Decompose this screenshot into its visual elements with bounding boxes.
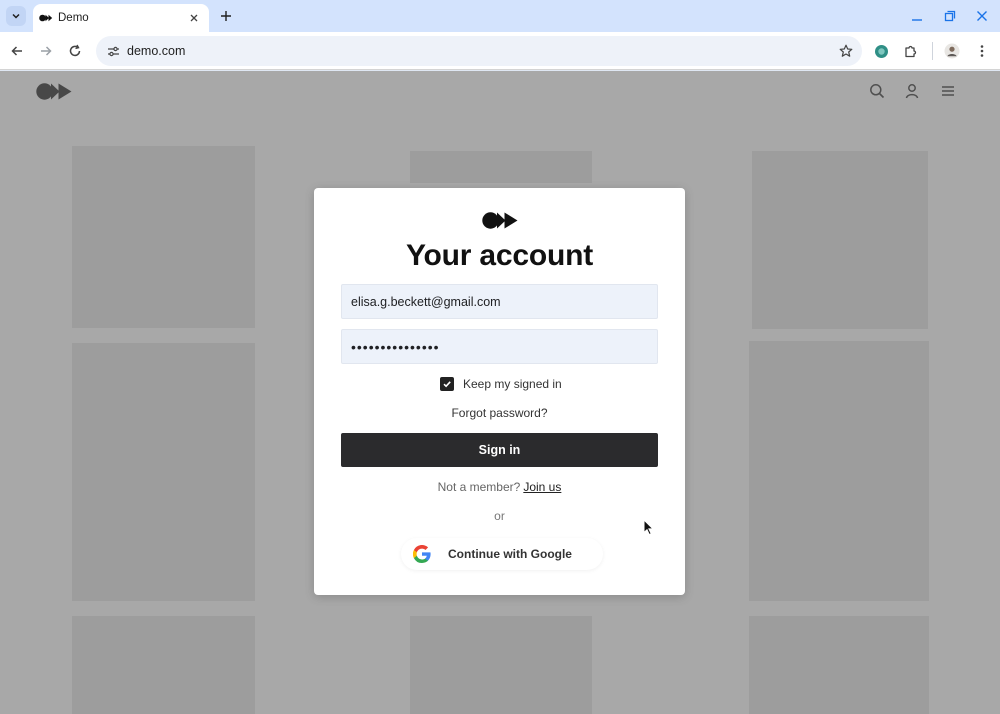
password-field[interactable] bbox=[341, 329, 658, 364]
minimize-icon bbox=[912, 19, 922, 21]
tab-title: Demo bbox=[58, 12, 89, 24]
toolbar-divider bbox=[932, 42, 933, 60]
web-page: Your account Keep my signed in Forgot pa… bbox=[0, 71, 1000, 714]
forward-arrow-icon bbox=[41, 46, 52, 56]
restore-icon bbox=[944, 10, 956, 22]
url-text[interactable]: demo.com bbox=[127, 44, 185, 58]
close-window-button[interactable] bbox=[974, 8, 990, 24]
chevron-down-icon bbox=[12, 13, 20, 19]
or-divider-text: or bbox=[494, 509, 505, 523]
bookmark-star-icon[interactable] bbox=[838, 43, 854, 59]
profile-avatar-icon[interactable] bbox=[943, 42, 961, 60]
close-tab-icon[interactable] bbox=[187, 11, 201, 25]
reload-button[interactable] bbox=[66, 42, 84, 60]
tab-favicon-icon bbox=[39, 13, 53, 23]
extension-icon[interactable] bbox=[872, 42, 890, 60]
extensions-puzzle-icon[interactable] bbox=[901, 42, 919, 60]
minimize-button[interactable] bbox=[909, 8, 925, 24]
tab-list-button[interactable] bbox=[6, 6, 26, 26]
forgot-password-link[interactable]: Forgot password? bbox=[314, 406, 685, 420]
address-bar[interactable]: demo.com bbox=[96, 36, 862, 66]
forward-button[interactable] bbox=[37, 42, 55, 60]
keep-signed-in-label: Keep my signed in bbox=[463, 377, 562, 391]
sign-in-button[interactable]: Sign in bbox=[341, 433, 658, 467]
modal-logo bbox=[482, 212, 518, 229]
login-modal: Your account Keep my signed in Forgot pa… bbox=[314, 188, 685, 595]
back-button[interactable] bbox=[8, 42, 26, 60]
modal-title: Your account bbox=[405, 239, 594, 272]
restore-button[interactable] bbox=[942, 8, 958, 24]
kebab-menu-icon bbox=[980, 45, 984, 57]
keep-signed-in-checkbox[interactable]: Keep my signed in bbox=[440, 376, 562, 392]
plus-icon bbox=[221, 11, 231, 21]
google-g-icon bbox=[413, 545, 431, 563]
join-us-link[interactable]: Join us bbox=[523, 480, 561, 494]
browser-menu-button[interactable] bbox=[973, 42, 991, 60]
browser-tab[interactable]: Demo bbox=[33, 4, 209, 32]
close-icon bbox=[977, 11, 987, 21]
back-arrow-icon bbox=[11, 46, 22, 56]
browser-toolbar: demo.com bbox=[0, 32, 1000, 70]
browser-tabstrip: Demo bbox=[0, 0, 1000, 32]
not-member-text: Not a member? bbox=[437, 480, 521, 494]
site-info-icon[interactable] bbox=[105, 43, 121, 59]
new-tab-button[interactable] bbox=[217, 7, 235, 25]
email-field[interactable] bbox=[341, 284, 658, 319]
continue-with-google-button[interactable]: Continue with Google bbox=[401, 538, 603, 570]
reload-icon bbox=[69, 44, 81, 57]
mouse-cursor-icon bbox=[643, 519, 655, 536]
join-prompt: Not a member? Join us bbox=[314, 480, 685, 494]
continue-with-google-label: Continue with Google bbox=[448, 547, 572, 561]
checkbox-checked-icon[interactable] bbox=[440, 377, 454, 391]
